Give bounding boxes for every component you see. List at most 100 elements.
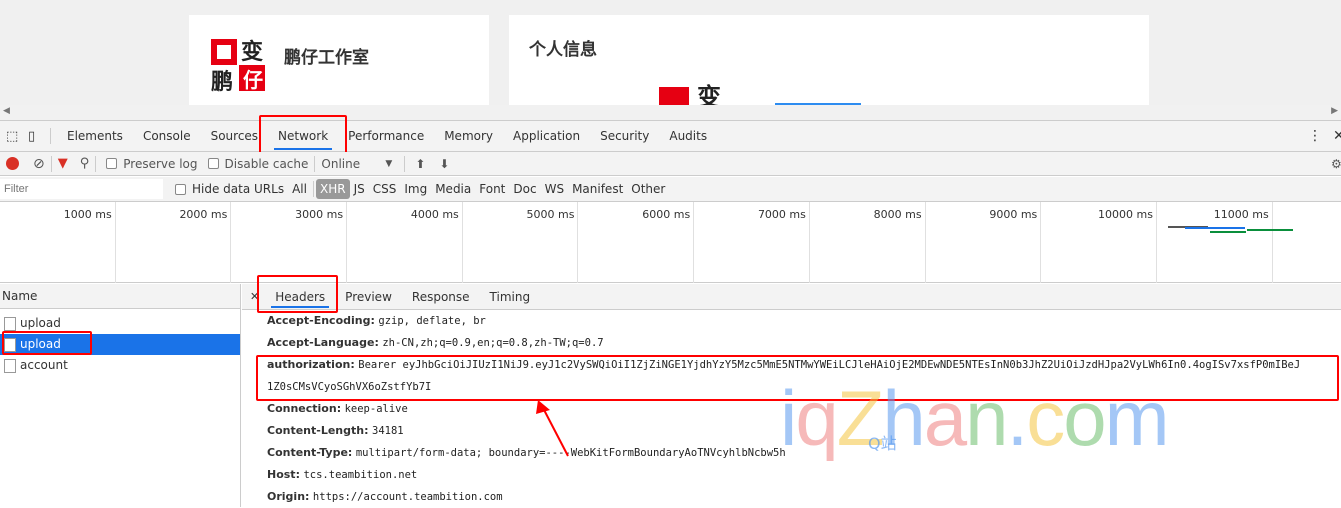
filter-doc[interactable]: Doc [509,179,540,199]
header-value: https://account.teambition.com [312,491,503,503]
svg-text:变: 变 [241,39,263,65]
highlight-network-tab [259,115,347,156]
profile-card: 个人信息 变 [509,15,1149,105]
clear-icon[interactable]: ⊘ [33,156,45,172]
header-key: Content-Length: [267,424,369,437]
timeline-bar [1185,227,1245,229]
filter-js[interactable]: JS [350,179,369,199]
watermark-sub: Q站 [868,434,897,453]
header-key: Content-Type: [267,446,353,459]
tab-sources[interactable]: Sources [201,121,268,152]
name-column-header[interactable]: Name [0,284,240,309]
timeline-tick: 7000 ms [694,202,810,283]
network-timeline[interactable]: 1000 ms 2000 ms 3000 ms 4000 ms 5000 ms 6000 … [0,202,1341,283]
record-icon[interactable] [6,157,19,170]
header-value: keep-alive [344,403,408,415]
timeline-tick: 6000 ms [579,202,695,283]
import-har-icon[interactable]: ⬆ [415,157,425,171]
timeline-tick: 2000 ms [116,202,232,283]
detail-tabs: ✕ Headers Preview Response Timing [242,284,1341,310]
device-toolbar-icon[interactable]: ▯ [28,129,44,144]
highlight-headers-tab [257,275,338,313]
filter-font[interactable]: Font [475,179,509,199]
inspect-element-icon[interactable]: ⬚ [6,129,22,144]
filter-img[interactable]: Img [400,179,431,199]
filter-css[interactable]: CSS [369,179,401,199]
header-value: 34181 [372,425,404,437]
file-icon [4,358,16,373]
more-options-icon[interactable]: ⋮ [1308,128,1322,144]
timeline-tick: 10000 ms [1041,202,1157,283]
tab-security[interactable]: Security [590,121,659,152]
search-icon[interactable]: ⚲ [80,156,90,171]
brand-logo: 变鹏仔 [211,39,265,95]
header-value: zh-CN,zh;q=0.9,en;q=0.8,zh-TW;q=0.7 [382,337,604,349]
preserve-log-label: Preserve log [123,156,198,171]
profile-title: 个人信息 [529,40,597,60]
header-key: Accept-Language: [267,336,379,349]
filter-all[interactable]: All [288,179,311,199]
close-icon[interactable]: ✕ [1333,128,1341,144]
tab-timing[interactable]: Timing [480,284,541,310]
filter-manifest[interactable]: Manifest [568,179,627,199]
timeline-tick: 12 [1273,202,1341,283]
preserve-log-checkbox[interactable] [106,158,118,169]
watermark: iqZhan.com [780,374,1170,462]
header-row: Accept-Encoding: gzip, deflate, br [242,310,1341,332]
header-key: Accept-Encoding: [267,314,375,327]
tab-preview[interactable]: Preview [335,284,402,310]
request-list: Name upload upload account [0,284,241,507]
tab-elements[interactable]: Elements [57,121,133,152]
tab-memory[interactable]: Memory [434,121,503,152]
request-row[interactable]: account [0,355,240,376]
chevron-down-icon[interactable]: ▼ [385,159,392,169]
settings-gear-icon[interactable]: ⚙ [1331,157,1341,171]
filter-input[interactable] [0,179,163,199]
filter-media[interactable]: Media [431,179,475,199]
svg-text:变: 变 [697,83,721,105]
throttle-select[interactable]: Online [321,157,381,171]
timeline-tick: 5000 ms [463,202,579,283]
timeline-tick: 3000 ms [231,202,348,283]
tab-performance[interactable]: Performance [338,121,434,152]
filter-xhr[interactable]: XHR [315,179,350,199]
scroll-right-icon[interactable]: ▶ [1331,106,1338,116]
web-page-area: 变鹏仔 鹏仔工作室 个人信息 变 [0,0,1341,105]
filter-icon[interactable]: ▼ [58,156,68,171]
header-key: Origin: [267,490,310,503]
timeline-tick: 11000 ms [1157,202,1273,283]
filter-ws[interactable]: WS [541,179,568,199]
brand-card: 变鹏仔 鹏仔工作室 [189,15,489,105]
tab-console[interactable]: Console [133,121,201,152]
filter-bar: Hide data URLs All XHR JS CSS Img Media … [0,177,1341,202]
tab-audits[interactable]: Audits [659,121,717,152]
highlight-upload-row [2,331,92,355]
header-value: gzip, deflate, br [378,315,486,327]
timeline-tick: 8000 ms [810,202,926,283]
filter-other[interactable]: Other [627,179,669,199]
svg-text:鹏: 鹏 [211,69,233,95]
timeline-tick: 1000 ms [0,202,116,283]
header-value: tcs.teambition.net [303,469,418,481]
header-row: Origin: https://account.teambition.com [242,486,1341,508]
header-key: Connection: [267,402,342,415]
header-row: Host: tcs.teambition.net [242,464,1341,486]
timeline-tick: 9000 ms [926,202,1042,283]
file-icon [4,316,16,331]
export-har-icon[interactable]: ⬇ [439,157,449,171]
avatar: 变 [659,83,721,105]
horizontal-scrollbar[interactable]: ◀ ▶ [0,105,1341,121]
scroll-left-icon[interactable]: ◀ [3,106,10,116]
timeline-bar [1210,231,1246,233]
header-row: Accept-Language: zh-CN,zh;q=0.9,en;q=0.8… [242,332,1341,354]
tab-response[interactable]: Response [402,284,480,310]
disable-cache-label: Disable cache [224,156,309,171]
brand-name: 鹏仔工作室 [284,48,369,68]
annotation-arrow [536,400,569,457]
svg-text:仔: 仔 [243,68,263,92]
tab-application[interactable]: Application [503,121,590,152]
timeline-tick: 4000 ms [347,202,463,283]
header-key: Host: [267,468,300,481]
disable-cache-checkbox[interactable] [207,158,219,169]
hide-data-urls-checkbox[interactable] [175,183,186,195]
